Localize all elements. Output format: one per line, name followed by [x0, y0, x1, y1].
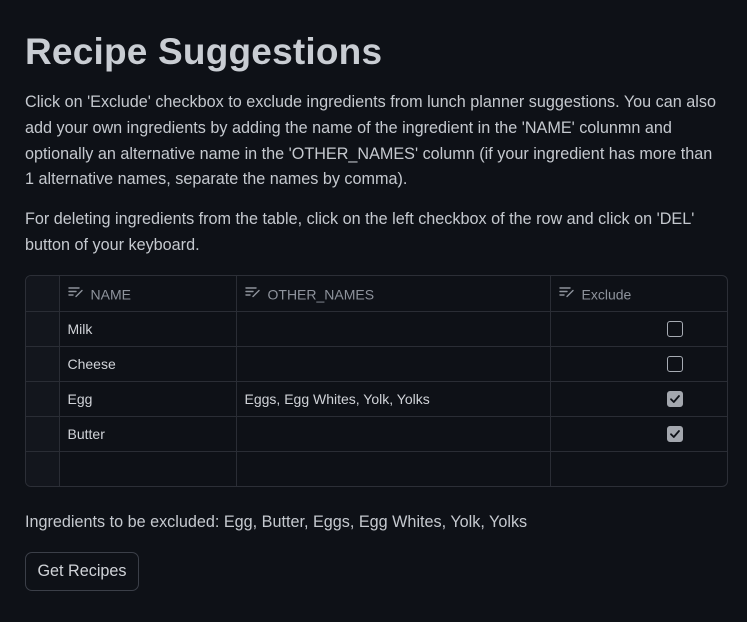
- row-selector[interactable]: [26, 346, 60, 382]
- table-row: Butter: [26, 416, 727, 452]
- column-header-label: OTHER_NAMES: [267, 285, 375, 302]
- checkmark-icon: [669, 395, 680, 404]
- exclude-checkbox[interactable]: [666, 356, 683, 373]
- exclude-checkbox[interactable]: [666, 391, 683, 408]
- edit-text-icon: [244, 285, 261, 301]
- column-header-label: Exclude: [581, 285, 632, 302]
- exclude-cell: [550, 311, 727, 347]
- instructions-paragraph: Click on 'Exclude' checkbox to exclude i…: [25, 93, 716, 189]
- row-selector[interactable]: [26, 451, 60, 486]
- table-row: Milk: [26, 311, 727, 347]
- row-selector[interactable]: [26, 416, 60, 452]
- row-selector-header[interactable]: [26, 276, 60, 312]
- get-recipes-button[interactable]: Get Recipes: [25, 552, 139, 591]
- name-cell[interactable]: Butter: [59, 416, 237, 452]
- name-cell[interactable]: Milk: [59, 311, 237, 347]
- table-row: Egg Eggs, Egg Whites, Yolk, Yolks: [26, 381, 727, 417]
- row-selector[interactable]: [26, 311, 60, 347]
- table-header-row: NAME OTHER_NAMES Exclude: [26, 276, 727, 312]
- other-names-cell[interactable]: [236, 311, 551, 347]
- exclude-cell[interactable]: [550, 451, 727, 486]
- name-cell[interactable]: Cheese: [59, 346, 237, 382]
- excluded-ingredients-text: Ingredients to be excluded: Egg, Butter,…: [25, 513, 528, 531]
- column-header-name[interactable]: NAME: [59, 276, 237, 312]
- checkmark-icon: [669, 430, 680, 439]
- name-cell[interactable]: Egg: [59, 381, 237, 417]
- delete-instructions-paragraph: For deleting ingredients from the table,…: [25, 210, 695, 254]
- exclude-cell: [550, 346, 727, 382]
- page: Recipe Suggestions Click on 'Exclude' ch…: [0, 0, 747, 259]
- other-names-cell[interactable]: [236, 451, 551, 486]
- name-cell[interactable]: [59, 451, 237, 486]
- exclude-checkbox[interactable]: [666, 321, 683, 338]
- exclude-cell: [550, 416, 727, 452]
- column-header-label: NAME: [90, 285, 131, 302]
- column-header-other-names[interactable]: OTHER_NAMES: [236, 276, 551, 312]
- new-row: [26, 451, 727, 486]
- edit-text-icon: [67, 285, 84, 301]
- ingredients-table: NAME OTHER_NAMES Exclude Milk Cheese Egg…: [25, 275, 728, 487]
- exclude-checkbox[interactable]: [666, 426, 683, 443]
- other-names-cell[interactable]: Eggs, Egg Whites, Yolk, Yolks: [236, 381, 551, 417]
- row-selector[interactable]: [26, 381, 60, 417]
- table-row: Cheese: [26, 346, 727, 382]
- other-names-cell[interactable]: [236, 346, 551, 382]
- edit-text-icon: [558, 285, 575, 301]
- exclude-cell: [550, 381, 727, 417]
- page-title: Recipe Suggestions: [25, 31, 383, 72]
- column-header-exclude[interactable]: Exclude: [550, 276, 727, 312]
- other-names-cell[interactable]: [236, 416, 551, 452]
